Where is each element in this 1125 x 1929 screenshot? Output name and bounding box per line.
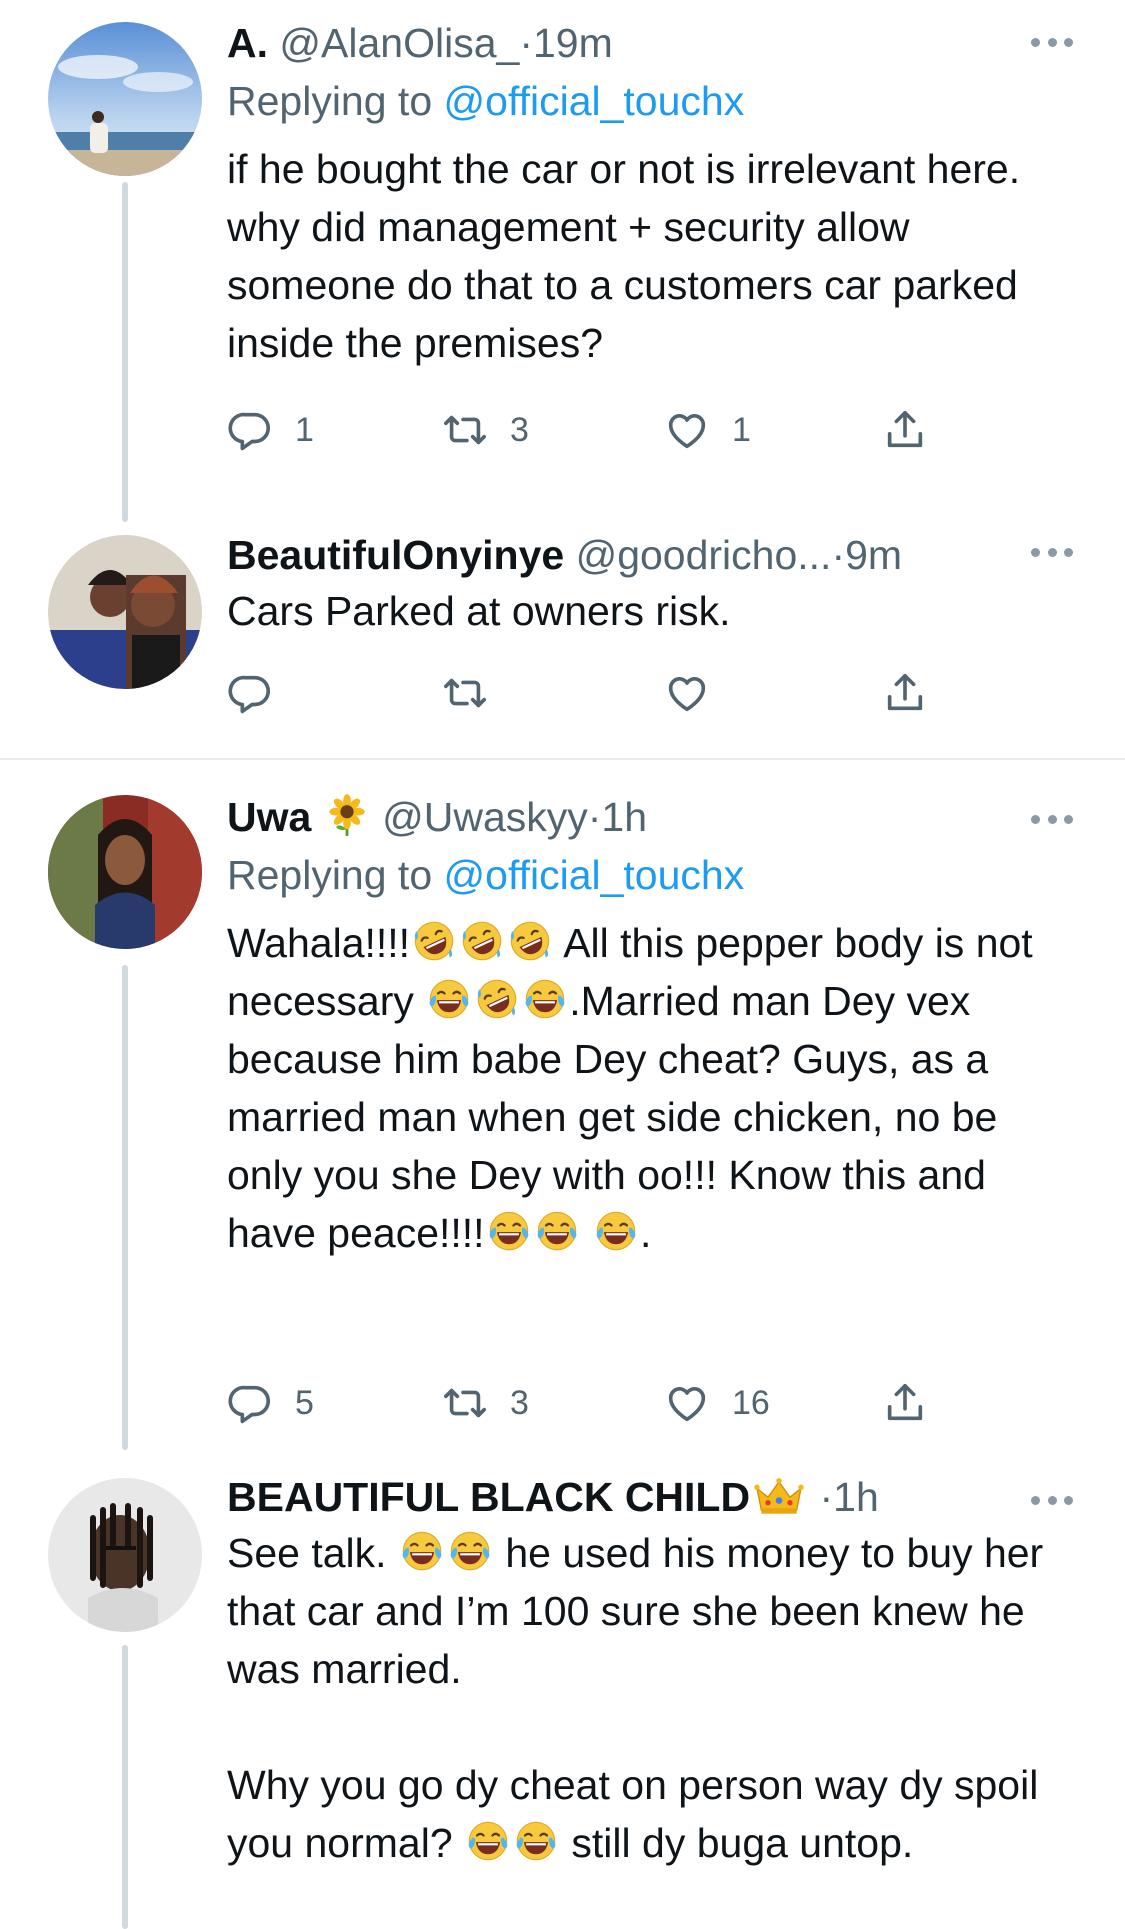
like-count: 1	[732, 410, 751, 449]
more-options-icon[interactable]	[1031, 813, 1073, 825]
tweet-header: BEAUTIFUL BLACK CHILD ·1h	[227, 1472, 1077, 1522]
share-button[interactable]	[882, 1373, 928, 1433]
thread-line	[122, 182, 128, 522]
thread-line	[122, 1645, 128, 1929]
tweet-header: BeautifulOnyinye @goodricho...·9m	[227, 530, 1077, 580]
rolling-laughing-emoji	[412, 919, 456, 963]
share-button[interactable]	[882, 663, 928, 723]
tweet-text-part: See talk.	[227, 1530, 398, 1576]
reply-count: 1	[295, 410, 314, 449]
user-handle[interactable]: @AlanOlisa_	[279, 20, 519, 66]
share-icon	[882, 1380, 928, 1426]
avatar[interactable]	[48, 795, 202, 949]
rolling-laughing-emoji	[508, 919, 552, 963]
like-icon	[664, 670, 710, 716]
display-name[interactable]: BeautifulOnyinye	[227, 532, 564, 578]
like-count: 16	[732, 1383, 770, 1422]
timestamp[interactable]: 1h	[601, 794, 647, 840]
tweet-text-part: .	[639, 1210, 652, 1256]
retweet-count: 3	[510, 410, 529, 449]
share-button[interactable]	[882, 400, 928, 460]
tears-of-joy-emoji	[448, 1529, 492, 1573]
reply-icon	[227, 407, 273, 453]
thread-line	[122, 965, 128, 1450]
tweet-actions: 5 3 16	[227, 1373, 947, 1433]
retweet-button[interactable]: 3	[442, 1373, 529, 1433]
tears-of-joy-emoji	[523, 977, 567, 1021]
avatar[interactable]	[48, 535, 202, 689]
tears-of-joy-emoji	[514, 1819, 558, 1863]
tweet-header: Uwa @Uwaskyy·1h	[227, 792, 1077, 842]
tweet-text: See talk. he used his money to buy her t…	[227, 1524, 1077, 1872]
timestamp[interactable]: 19m	[533, 20, 613, 66]
display-name[interactable]: BEAUTIFUL BLACK CHILD	[227, 1474, 750, 1520]
reply-button[interactable]	[227, 663, 273, 723]
timestamp[interactable]: 9m	[845, 532, 902, 578]
tears-of-joy-emoji	[400, 1529, 444, 1573]
like-icon	[664, 407, 710, 453]
user-handle[interactable]: @Uwaskyy	[382, 794, 588, 840]
tweet-text: if he bought the car or not is irrelevan…	[227, 146, 1032, 366]
reply-icon	[227, 1380, 273, 1426]
replying-to-label: Replying to	[227, 852, 444, 898]
more-options-icon[interactable]	[1031, 1494, 1073, 1506]
avatar[interactable]	[48, 1478, 202, 1632]
like-button[interactable]: 16	[664, 1373, 770, 1433]
tweet-text: Cars Parked at owners risk.	[227, 588, 731, 634]
like-button[interactable]	[664, 663, 710, 723]
more-options-icon[interactable]	[1031, 36, 1073, 48]
retweet-button[interactable]	[442, 663, 488, 723]
reply-count: 5	[295, 1383, 314, 1422]
tears-of-joy-emoji	[535, 1209, 579, 1253]
separator-dot: ·	[831, 532, 846, 578]
display-name[interactable]: Uwa	[227, 794, 311, 840]
tweet-text: Wahala!!!! All this pepper body is not n…	[227, 914, 1077, 1262]
like-button[interactable]: 1	[664, 400, 751, 460]
timestamp[interactable]: 1h	[833, 1474, 879, 1520]
mention-link[interactable]: @official_touchx	[444, 852, 745, 898]
user-handle[interactable]: @goodricho...	[576, 532, 832, 578]
retweet-icon	[442, 407, 488, 453]
retweet-icon	[442, 670, 488, 716]
share-icon	[882, 407, 928, 453]
tweet-text-part: still dy buga untop.	[560, 1820, 914, 1866]
separator-dot: ·	[819, 1474, 834, 1520]
tears-of-joy-emoji	[594, 1209, 638, 1253]
retweet-button[interactable]: 3	[442, 400, 529, 460]
tweet-beautifulonyinye[interactable]: BeautifulOnyinye @goodricho...·9m Cars P…	[0, 520, 1125, 758]
tweet-text-part: Wahala!!!!	[227, 920, 411, 966]
separator-dot: ·	[519, 20, 533, 66]
tweet-beautiful-black-child[interactable]: BEAUTIFUL BLACK CHILD ·1h See talk. he u…	[0, 1450, 1125, 1929]
tears-of-joy-emoji	[487, 1209, 531, 1253]
mention-link[interactable]: @official_touchx	[444, 78, 745, 124]
replying-to-label: Replying to	[227, 78, 444, 124]
replying-to: Replying to @official_touchx	[227, 850, 1077, 900]
reply-button[interactable]: 1	[227, 400, 314, 460]
tweet-uwaskyy[interactable]: Uwa @Uwaskyy·1h Replying to @official_to…	[0, 760, 1125, 1450]
crown-emoji	[752, 1473, 806, 1517]
like-icon	[664, 1380, 710, 1426]
tweet-header: A. @AlanOlisa_·19m	[227, 18, 1077, 68]
share-icon	[882, 670, 928, 716]
tears-of-joy-emoji	[427, 977, 471, 1021]
sunflower-emoji	[325, 793, 369, 837]
display-name[interactable]: A.	[227, 20, 268, 66]
reply-icon	[227, 670, 273, 716]
avatar[interactable]	[48, 22, 202, 176]
replying-to: Replying to @official_touchx	[227, 76, 1077, 126]
rolling-laughing-emoji	[475, 977, 519, 1021]
tweet-actions: 1 3 1	[227, 400, 947, 460]
more-options-icon[interactable]	[1031, 546, 1073, 558]
tears-of-joy-emoji	[466, 1819, 510, 1863]
rolling-laughing-emoji	[460, 919, 504, 963]
reply-button[interactable]: 5	[227, 1373, 314, 1433]
tweet-alanolisa[interactable]: A. @AlanOlisa_·19m Replying to @official…	[0, 0, 1125, 522]
separator-dot: ·	[587, 794, 602, 840]
retweet-icon	[442, 1380, 488, 1426]
retweet-count: 3	[510, 1383, 529, 1422]
tweet-actions	[227, 663, 947, 723]
